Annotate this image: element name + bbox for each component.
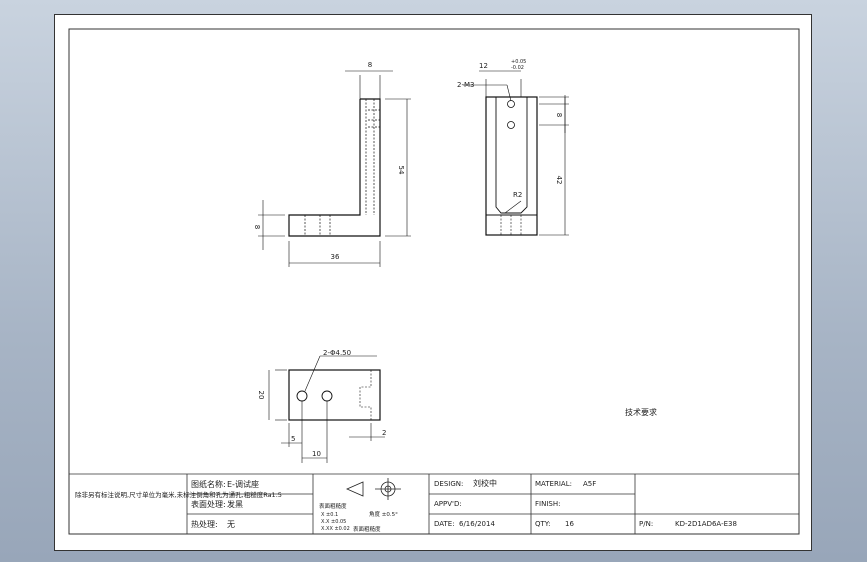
surface-general: 表面粗糙度 bbox=[353, 525, 381, 533]
tol-line-3: X.XX ±0.02 bbox=[321, 526, 350, 532]
side-height-dim: 54 bbox=[397, 166, 405, 175]
heat-label: 热处理: bbox=[191, 519, 218, 529]
design-label: DESIGN: bbox=[434, 480, 463, 488]
front-view bbox=[463, 70, 569, 236]
side-foot-height-dim: 8 bbox=[253, 225, 261, 229]
inner-frame bbox=[68, 28, 800, 535]
front-width-dim: 12 bbox=[479, 62, 488, 70]
tol-angle: 角度 ±0.5° bbox=[369, 510, 398, 518]
material-label: MATERIAL: bbox=[535, 480, 572, 488]
front-thread-callout: 2-M3 bbox=[457, 81, 474, 89]
tol-line-2: X.X ±0.05 bbox=[321, 519, 346, 525]
date-label: DATE: bbox=[434, 520, 455, 528]
side-view bbox=[258, 70, 411, 267]
projection-symbol bbox=[346, 478, 401, 500]
plan-view bbox=[268, 355, 385, 463]
qty-value: 16 bbox=[565, 520, 574, 528]
pn-label: P/N: bbox=[639, 520, 653, 528]
part-name-label: 图纸名称: bbox=[191, 479, 226, 489]
date-value: 6/16/2014 bbox=[459, 520, 495, 528]
finish-label: FINISH: bbox=[535, 500, 560, 508]
part-name-value: E-调试座 bbox=[227, 479, 259, 489]
plan-depth-dim: 20 bbox=[257, 391, 265, 400]
roughness-label: 表面粗糙度 bbox=[319, 502, 347, 510]
approved-label: APPV'D: bbox=[434, 500, 462, 508]
front-hole-pitch-dim: 8 bbox=[555, 113, 563, 117]
title-note: 除非另有标注说明,尺寸单位为毫米,未标注倒角和孔为通孔,粗糙度Ra1.5 bbox=[75, 490, 282, 499]
surface-label: 表面处理: bbox=[191, 499, 226, 509]
qty-label: QTY: bbox=[535, 520, 551, 528]
side-top-width-dim: 8 bbox=[368, 61, 372, 69]
material-value: A5F bbox=[583, 480, 596, 488]
tech-requirements: 技术要求 bbox=[625, 407, 657, 417]
plan-holes-callout: 2-Φ4.50 bbox=[323, 349, 351, 357]
design-value: 刘校中 bbox=[473, 478, 497, 488]
tol-line-1: X ±0.1 bbox=[321, 512, 338, 518]
front-tol-lower: -0.02 bbox=[511, 65, 524, 71]
plan-first-dim: 5 bbox=[291, 435, 295, 443]
heat-value: 无 bbox=[227, 520, 235, 529]
drawing-canvas: 8 54 8 36 12 +0.05 -0.02 2-M3 8 42 R2 2-… bbox=[68, 28, 800, 535]
plan-pitch-dim: 10 bbox=[312, 450, 321, 458]
pn-value: KD-2D1AD6A-E38 bbox=[675, 520, 737, 528]
side-length-dim: 36 bbox=[331, 253, 340, 261]
front-radius-dim: R2 bbox=[513, 191, 522, 199]
drawing-sheet: 8 54 8 36 12 +0.05 -0.02 2-M3 8 42 R2 2-… bbox=[54, 14, 812, 551]
plan-edge-dim: 2 bbox=[382, 429, 386, 437]
front-height-dim: 42 bbox=[555, 176, 563, 185]
surface-value: 发黑 bbox=[227, 499, 243, 509]
